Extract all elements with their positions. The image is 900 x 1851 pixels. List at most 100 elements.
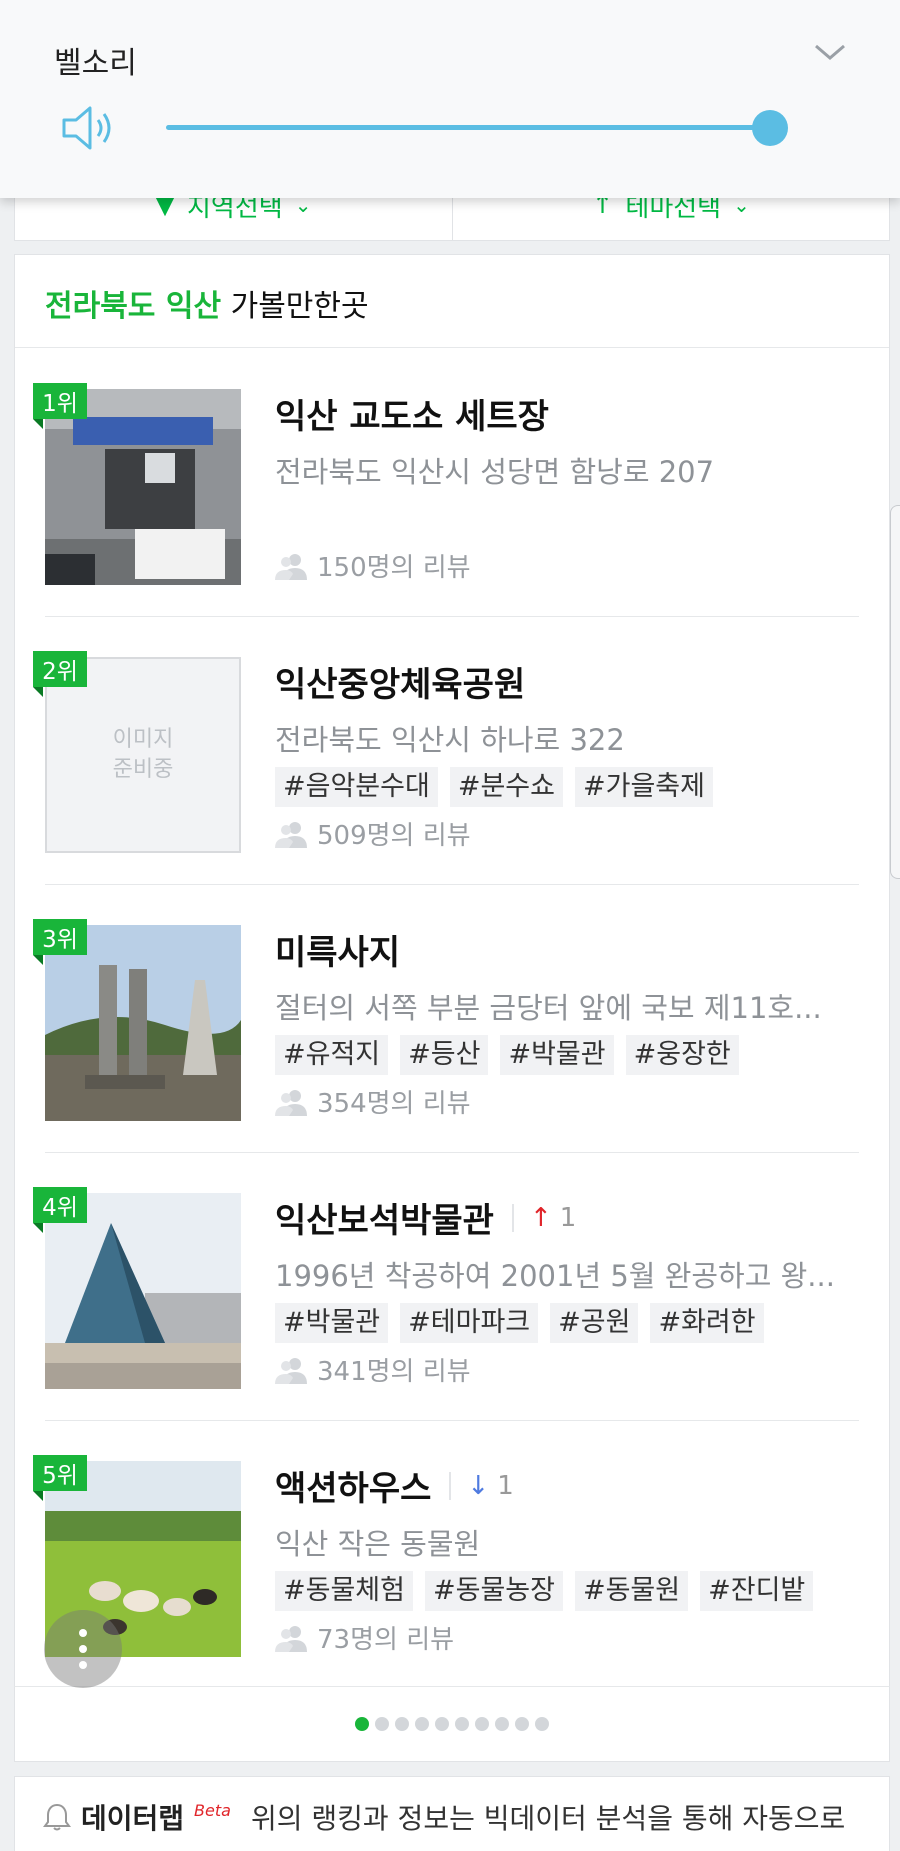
edge-panel-handle[interactable] (890, 505, 900, 879)
tag[interactable]: #분수쇼 (449, 767, 563, 807)
arrow-down-icon: ↓ (467, 1470, 490, 1501)
section-location: 전라북도 익산 (45, 289, 222, 324)
place-name[interactable]: 액션하우스 ↓ 1 (275, 1461, 514, 1510)
chevron-down-icon[interactable] (812, 40, 848, 64)
tag[interactable]: #음악분수대 (275, 767, 438, 807)
volume-panel: 벨소리 (0, 0, 900, 198)
tag[interactable]: #유적지 (275, 1035, 389, 1075)
rank-badge: 1위 (33, 383, 87, 419)
tag[interactable]: #박물관 (275, 1303, 389, 1343)
tag[interactable]: #화려한 (650, 1303, 764, 1343)
reviewer-icon (275, 1089, 307, 1116)
rank-badge: 5위 (33, 1455, 87, 1491)
placeholder-line-1: 이미지 (112, 727, 174, 752)
pagination-dot[interactable] (415, 1717, 429, 1731)
volume-slider-thumb[interactable] (752, 110, 788, 146)
tag-list: #박물관 #테마파크 #공원 #화려한 (275, 1303, 764, 1343)
rank-badge-fold (33, 419, 43, 429)
reviewer-icon (275, 821, 307, 848)
place-name[interactable]: 익산중앙체육공원 (275, 657, 525, 706)
place-description: 익산 작은 동물원 (275, 1527, 481, 1561)
review-count: 341명의 리뷰 (275, 1351, 471, 1388)
beta-badge: Beta (194, 1800, 231, 1820)
section-suffix: 가볼만한곳 (230, 289, 369, 324)
place-name-text: 익산 교도소 세트장 (275, 397, 549, 437)
rank-change-value: 1 (559, 1202, 577, 1233)
review-count-text: 509명의 리뷰 (317, 821, 471, 851)
floating-menu-button[interactable] (44, 1610, 122, 1688)
tag[interactable]: #테마파크 (400, 1303, 539, 1343)
place-name-text: 익산중앙체육공원 (275, 665, 526, 705)
tag[interactable]: #가을축제 (574, 767, 713, 807)
place-name[interactable]: 익산 교도소 세트장 (275, 389, 549, 438)
reviewer-icon (275, 1625, 307, 1652)
place-description: 1996년 착공하여 2001년 5월 완공하고 왕... (275, 1259, 835, 1293)
tag-list: #음악분수대 #분수쇼 #가을축제 (275, 767, 713, 807)
pagination-dot[interactable] (455, 1717, 469, 1731)
pagination-dot[interactable] (375, 1717, 389, 1731)
pagination-dot[interactable] (435, 1717, 449, 1731)
place-name[interactable]: 익산보석박물관 ↑ 1 (275, 1193, 576, 1242)
menu-dot (79, 1661, 87, 1669)
rank-badge: 3위 (33, 919, 87, 955)
rank-change-value: 1 (497, 1470, 514, 1501)
section-title: 전라북도 익산 가볼만한곳 (45, 281, 369, 325)
card-header: 전라북도 익산 가볼만한곳 (15, 255, 889, 348)
menu-dot (79, 1645, 87, 1653)
place-address: 전라북도 익산시 성당면 함낭로 207 (275, 455, 715, 489)
rank-change: ↓ 1 (449, 1470, 514, 1501)
review-count-text: 341명의 리뷰 (317, 1357, 471, 1387)
review-count: 354명의 리뷰 (275, 1083, 471, 1120)
list-item[interactable]: 5위 액션하우스 ↓ 1 익산 작은 동물원 #동물체험 #동물농장 #동물원 … (15, 1421, 889, 1689)
tag[interactable]: #웅장한 (625, 1035, 739, 1075)
place-address: 전라북도 익산시 하나로 322 (275, 723, 625, 757)
place-description: 절터의 서쪽 부분 금당터 앞에 국보 제11호... (275, 991, 822, 1025)
list-item[interactable]: 이미지 준비중 2위 익산중앙체육공원 전라북도 익산시 하나로 322 #음악… (15, 617, 889, 885)
pagination-dot[interactable] (475, 1717, 489, 1731)
review-count-text: 150명의 리뷰 (317, 553, 471, 583)
pagination-dots (15, 1717, 889, 1731)
pagination-dot[interactable] (495, 1717, 509, 1731)
reviewer-icon (275, 1357, 307, 1384)
place-name-text: 익산보석박물관 (275, 1201, 494, 1241)
place-name[interactable]: 미륵사지 (275, 925, 400, 974)
pagination-dot[interactable] (395, 1717, 409, 1731)
rank-badge-fold (33, 687, 43, 697)
tag[interactable]: #동물체험 (275, 1571, 413, 1611)
pagination-dot[interactable] (535, 1717, 549, 1731)
footer-text: 위의 랭킹과 정보는 빅데이터 분석을 통해 자동으로 (250, 1802, 846, 1835)
pagination-dot-active[interactable] (355, 1717, 369, 1731)
review-count: 150명의 리뷰 (275, 547, 471, 584)
tag[interactable]: #박물관 (500, 1035, 614, 1075)
placeholder-line-2: 준비중 (112, 757, 174, 782)
list-item[interactable]: 3위 미륵사지 절터의 서쪽 부분 금당터 앞에 국보 제11호... #유적지… (15, 885, 889, 1153)
bell-icon (43, 1803, 71, 1831)
review-count-text: 73명의 리뷰 (317, 1625, 455, 1655)
rank-badge-fold (33, 1223, 43, 1233)
datalab-brand[interactable]: 데이터랩 (81, 1797, 184, 1837)
pagination-bar (14, 1686, 890, 1762)
tag[interactable]: #동물원 (574, 1571, 689, 1611)
volume-title: 벨소리 (54, 46, 137, 81)
review-count-text: 354명의 리뷰 (317, 1089, 471, 1119)
list-item[interactable]: 4위 익산보석박물관 ↑ 1 1996년 착공하여 2001년 5월 완공하고 … (15, 1153, 889, 1421)
tag[interactable]: #공원 (550, 1303, 639, 1343)
rank-badge: 2위 (33, 651, 87, 687)
rank-badge-fold (33, 955, 43, 965)
tag[interactable]: #동물농장 (424, 1571, 563, 1611)
pagination-dot[interactable] (515, 1717, 529, 1731)
datalab-footer: 데이터랩 Beta 위의 랭킹과 정보는 빅데이터 분석을 통해 자동으로 (14, 1776, 890, 1851)
place-name-text: 미륵사지 (275, 933, 401, 973)
footer-content: 데이터랩 Beta 위의 랭킹과 정보는 빅데이터 분석을 통해 자동으로 (43, 1797, 845, 1837)
tag[interactable]: #등산 (400, 1035, 489, 1075)
arrow-up-icon: ↑ (529, 1202, 552, 1233)
menu-dot (79, 1629, 87, 1637)
tag-list: #동물체험 #동물농장 #동물원 #잔디밭 (275, 1571, 814, 1611)
reviewer-icon (275, 553, 307, 580)
tag[interactable]: #잔디밭 (700, 1571, 814, 1611)
list-item[interactable]: 1위 익산 교도소 세트장 전라북도 익산시 성당면 함낭로 207 150명의… (15, 349, 889, 617)
speaker-icon[interactable] (60, 102, 118, 154)
volume-slider-track[interactable] (166, 125, 770, 130)
rank-change: ↑ 1 (511, 1202, 577, 1233)
ranking-card: 전라북도 익산 가볼만한곳 1위 익산 교도소 세트장 전라북도 익산시 성당면… (14, 254, 890, 1698)
